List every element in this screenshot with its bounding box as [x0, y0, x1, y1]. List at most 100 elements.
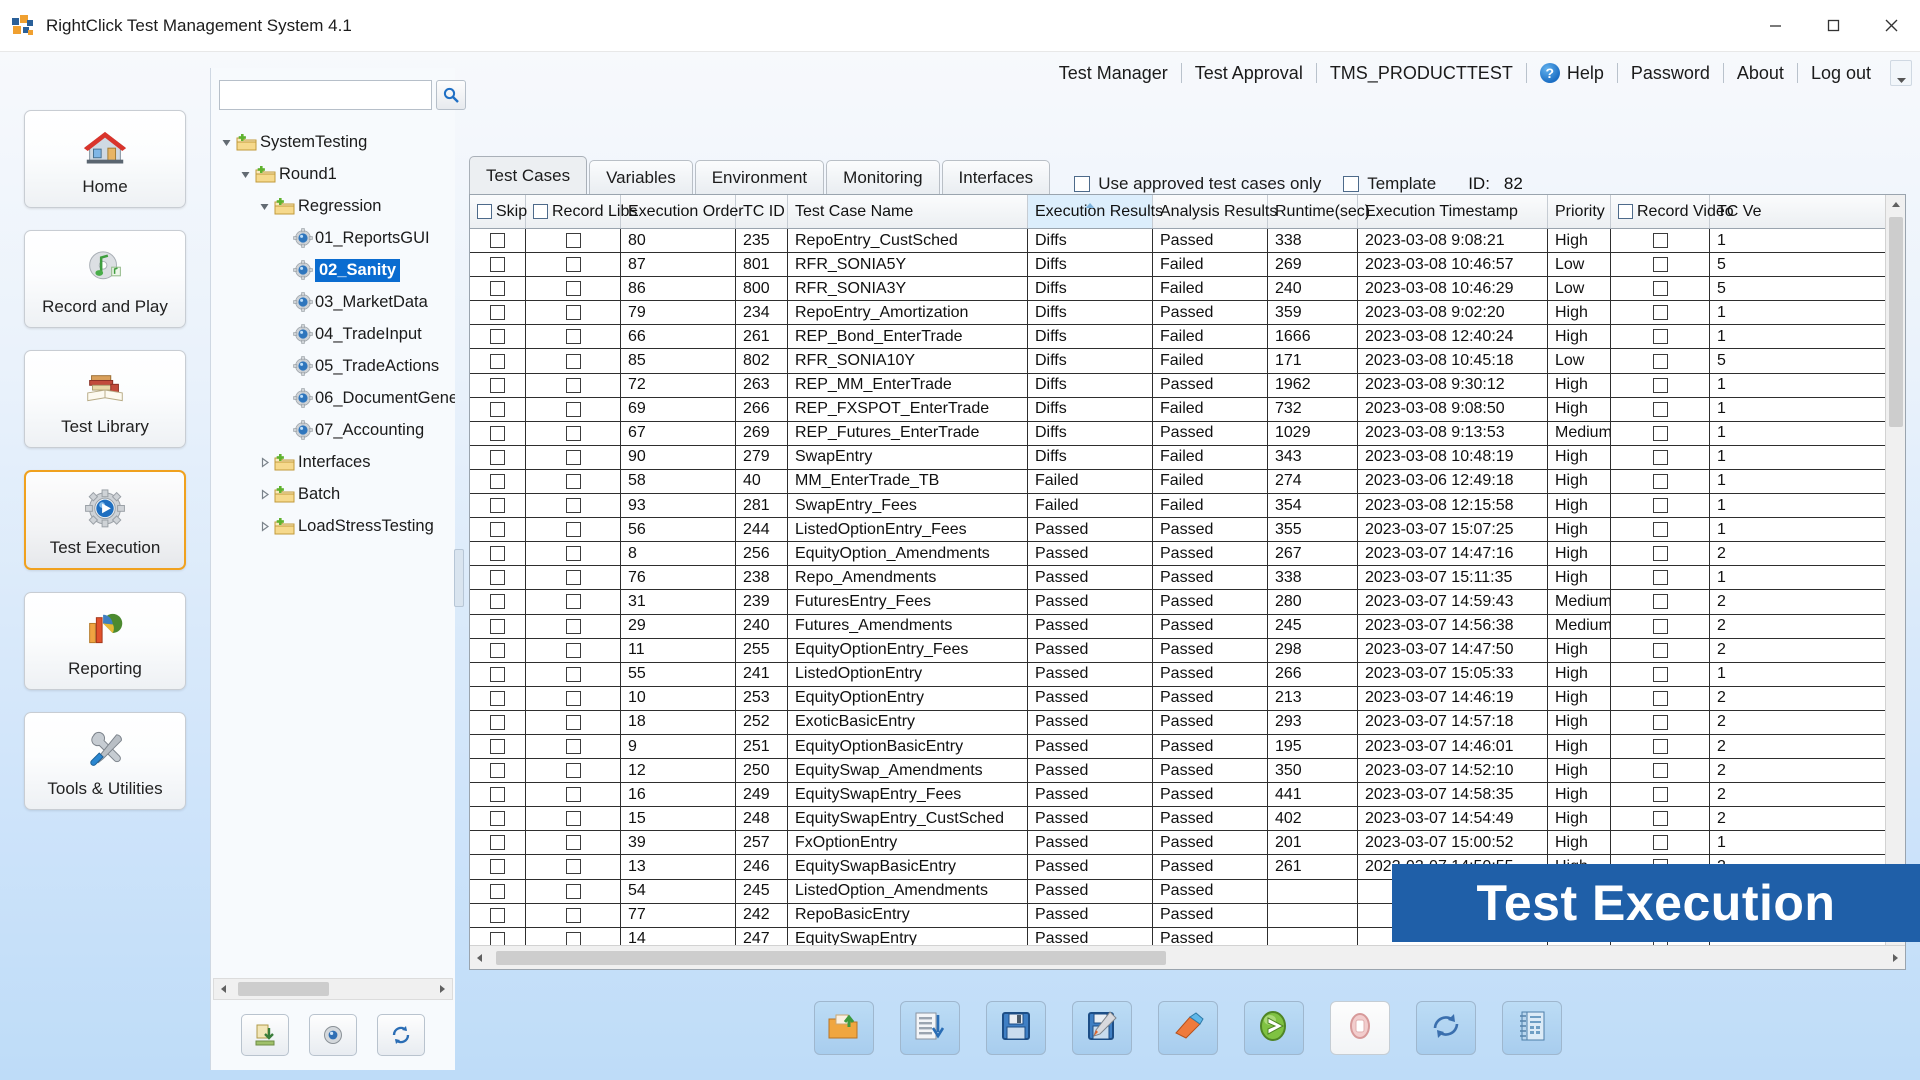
toolbar-button-refresh-sync[interactable]: [1416, 1001, 1476, 1055]
cell-vid[interactable]: [1611, 422, 1710, 445]
vid-checkbox[interactable]: [1653, 281, 1668, 296]
skip-checkbox[interactable]: [490, 329, 505, 344]
vid-checkbox[interactable]: [1653, 522, 1668, 537]
cell-vid[interactable]: [1611, 542, 1710, 565]
cell-skip[interactable]: [470, 639, 526, 662]
skip-checkbox[interactable]: [490, 426, 505, 441]
vid-checkbox[interactable]: [1653, 474, 1668, 489]
tree-node-04-tradeinput[interactable]: 04_TradeInput: [211, 318, 455, 350]
skip-checkbox[interactable]: [490, 474, 505, 489]
cell-vid[interactable]: [1611, 735, 1710, 758]
menu-item-product-test[interactable]: TMS_PRODUCTTEST: [1317, 63, 1526, 84]
vid-checkbox[interactable]: [1653, 594, 1668, 609]
cell-reclib[interactable]: [526, 446, 621, 469]
skip-checkbox[interactable]: [490, 932, 505, 945]
cell-reclib[interactable]: [526, 663, 621, 686]
toolbar-button-save-floppy[interactable]: [986, 1001, 1046, 1055]
sidebar-item-test-execution[interactable]: Test Execution: [24, 470, 186, 570]
skip-checkbox[interactable]: [490, 908, 505, 923]
reclib-checkbox[interactable]: [566, 667, 581, 682]
scroll-right-icon[interactable]: [432, 979, 452, 999]
tree-node-02-sanity[interactable]: 02_Sanity: [211, 254, 455, 286]
cell-vid[interactable]: [1611, 639, 1710, 662]
tree-node-loadstresstesting[interactable]: LoadStressTesting: [211, 510, 455, 542]
skip-checkbox[interactable]: [490, 498, 505, 513]
skip-checkbox[interactable]: [490, 643, 505, 658]
skip-checkbox[interactable]: [490, 570, 505, 585]
cell-skip[interactable]: [470, 783, 526, 806]
cell-reclib[interactable]: [526, 590, 621, 613]
skip-checkbox[interactable]: [490, 884, 505, 899]
table-row[interactable]: 8256EquityOption_AmendmentsPassedPassed2…: [470, 542, 1885, 566]
menu-item-test-approval[interactable]: Test Approval: [1182, 63, 1316, 84]
tab-monitoring[interactable]: Monitoring: [826, 160, 939, 194]
approved-only-option[interactable]: Use approved test cases only: [1074, 174, 1321, 194]
menu-item-log-out[interactable]: Log out: [1798, 63, 1884, 84]
cell-vid[interactable]: [1611, 831, 1710, 854]
skip-checkbox[interactable]: [490, 522, 505, 537]
cell-skip[interactable]: [470, 374, 526, 397]
vid-checkbox[interactable]: [1653, 257, 1668, 272]
toolbar-button-run-play[interactable]: [1244, 1001, 1304, 1055]
template-checkbox[interactable]: [1343, 176, 1359, 192]
table-row[interactable]: 11255EquityOptionEntry_FeesPassedPassed2…: [470, 639, 1885, 663]
table-row[interactable]: 56244ListedOptionEntry_FeesPassedPassed3…: [470, 518, 1885, 542]
skip-checkbox[interactable]: [490, 257, 505, 272]
column-header-tcid[interactable]: TC ID: [736, 195, 788, 228]
reclib-checkbox[interactable]: [566, 811, 581, 826]
skip-checkbox[interactable]: [490, 594, 505, 609]
cell-skip[interactable]: [470, 446, 526, 469]
cell-reclib[interactable]: [526, 783, 621, 806]
tab-environment[interactable]: Environment: [695, 160, 824, 194]
tab-interfaces[interactable]: Interfaces: [942, 160, 1051, 194]
table-row[interactable]: 86800RFR_SONIA3YDiffsFailed2402023-03-08…: [470, 277, 1885, 301]
table-row[interactable]: 90279SwapEntryDiffsFailed3432023-03-08 1…: [470, 446, 1885, 470]
chevron-right-icon[interactable]: [257, 487, 271, 501]
column-header-exord[interactable]: Execution Order: [621, 195, 736, 228]
reclib-checkbox[interactable]: [566, 257, 581, 272]
sidebar-item-test-library[interactable]: Test Library: [24, 350, 186, 448]
cell-reclib[interactable]: [526, 325, 621, 348]
table-row[interactable]: 5840MM_EnterTrade_TBFailedFailed2742023-…: [470, 470, 1885, 494]
toolbar-button-eraser[interactable]: [1158, 1001, 1218, 1055]
sidebar-item-reporting[interactable]: Reporting: [24, 592, 186, 690]
reclib-checkbox[interactable]: [566, 691, 581, 706]
cell-skip[interactable]: [470, 398, 526, 421]
vid-checkbox[interactable]: [1653, 378, 1668, 393]
skip-checkbox[interactable]: [490, 619, 505, 634]
reclib-checkbox[interactable]: [566, 643, 581, 658]
tree-horizontal-scrollbar[interactable]: [213, 978, 453, 1000]
toolbar-button-open-folder-upload[interactable]: [814, 1001, 874, 1055]
cell-reclib[interactable]: [526, 398, 621, 421]
cell-vid[interactable]: [1611, 301, 1710, 324]
cell-vid[interactable]: [1611, 229, 1710, 252]
cell-vid[interactable]: [1611, 807, 1710, 830]
table-row[interactable]: 79234RepoEntry_AmortizationDiffsPassed35…: [470, 301, 1885, 325]
menu-item-help[interactable]: ? Help: [1527, 63, 1617, 84]
skip-checkbox[interactable]: [490, 787, 505, 802]
cell-reclib[interactable]: [526, 639, 621, 662]
column-header-rt[interactable]: Runtime(sec): [1268, 195, 1358, 228]
search-icon[interactable]: [436, 80, 466, 110]
vid-checkbox[interactable]: [1653, 667, 1668, 682]
cell-skip[interactable]: [470, 615, 526, 638]
cell-vid[interactable]: [1611, 759, 1710, 782]
cell-reclib[interactable]: [526, 711, 621, 734]
cell-reclib[interactable]: [526, 855, 621, 878]
tab-test-cases[interactable]: Test Cases: [469, 156, 587, 194]
cell-vid[interactable]: [1611, 325, 1710, 348]
reclib-checkbox[interactable]: [566, 787, 581, 802]
table-row[interactable]: 39257FxOptionEntryPassedPassed2012023-03…: [470, 831, 1885, 855]
column-header-vid[interactable]: Record Video: [1611, 195, 1710, 228]
tree-node-batch[interactable]: Batch: [211, 478, 455, 510]
scroll-right-icon[interactable]: [1885, 948, 1905, 968]
reclib-checkbox[interactable]: [566, 835, 581, 850]
vid-checkbox[interactable]: [1653, 643, 1668, 658]
cell-vid[interactable]: [1611, 711, 1710, 734]
cell-skip[interactable]: [470, 590, 526, 613]
refresh-icon[interactable]: [377, 1014, 425, 1056]
table-row[interactable]: 87801RFR_SONIA5YDiffsFailed2692023-03-08…: [470, 253, 1885, 277]
reclib-checkbox[interactable]: [566, 763, 581, 778]
skip-checkbox[interactable]: [490, 763, 505, 778]
cell-skip[interactable]: [470, 349, 526, 372]
